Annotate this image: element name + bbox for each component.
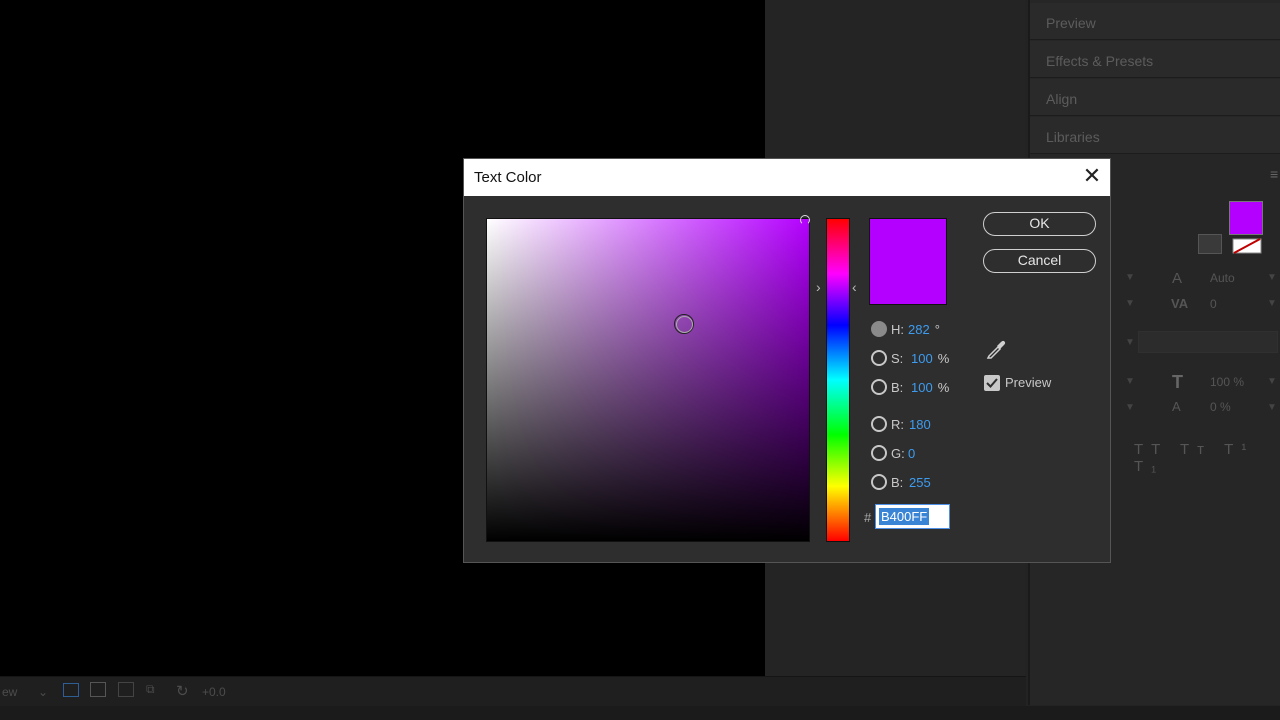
hex-value[interactable]: B400FF [879,508,930,525]
field-unit: ° [934,321,940,337]
eyedropper-icon[interactable] [985,336,1007,360]
hex-input[interactable]: B400FF [875,504,950,529]
field-unit: % [937,379,950,395]
green-value[interactable]: 0 [908,446,915,461]
reset-exposure-icon[interactable]: ↻ [176,682,189,700]
panel-tab-effects-presets[interactable]: Effects & Presets [1030,41,1280,78]
panel-tab-label: Align [1046,91,1078,107]
hue-slider[interactable] [826,218,850,542]
chevron-down-icon[interactable]: ▼ [1267,376,1277,387]
panel-tab-preview[interactable]: Preview [1030,3,1280,40]
field-label: G: [891,445,905,461]
corner-cursor-icon [800,215,810,225]
chevron-down-icon[interactable]: ▼ [1125,402,1135,413]
hue-value[interactable]: 282 [908,322,930,337]
stroke-color-swatch[interactable] [1232,238,1262,254]
leading-icon: A [1172,270,1183,287]
panel-tab-label: Libraries [1046,129,1100,145]
blue-radio[interactable] [871,474,887,490]
region-of-interest-icon[interactable] [90,682,106,697]
color-picker-cursor[interactable] [674,314,694,334]
field-row-green[interactable]: G: 0 [871,443,915,463]
baseline-shift-value[interactable]: 0 % [1210,400,1231,414]
hex-hash-label: # [864,510,872,525]
text-color-dialog: Text Color ✕ › ‹ H: 282 ° S: 100 % B: 10… [463,158,1111,563]
field-row-blue[interactable]: B: 255 [871,472,931,492]
swap-colors-icon[interactable] [1198,234,1222,254]
field-row-red[interactable]: R: 180 [871,414,931,434]
panel-menu-icon[interactable]: ≡ [1270,166,1278,182]
blue-value[interactable]: 255 [909,475,931,490]
dialog-title: Text Color [474,169,542,186]
view-dropdown[interactable]: ew [2,685,17,699]
field-unit: % [937,350,950,366]
3d-view-icon[interactable]: ⧉ [146,682,155,697]
red-value[interactable]: 180 [909,417,931,432]
field-label: H: [891,321,904,337]
brightness-value[interactable]: 100 [911,380,933,395]
saturation-value[interactable]: 100 [911,351,933,366]
vertical-scale-value[interactable]: 100 % [1210,375,1244,389]
font-style-buttons[interactable]: TT Tт T¹ T₁ [1134,441,1280,475]
chevron-down-icon[interactable]: ▼ [1125,337,1135,348]
green-radio[interactable] [871,445,887,461]
field-row-saturation[interactable]: S: 100 % [871,348,949,368]
red-radio[interactable] [871,416,887,432]
fill-color-swatch[interactable] [1229,201,1263,235]
chevron-down-icon[interactable]: ▼ [1267,298,1277,309]
new-color-swatch [869,218,947,305]
chevron-down-icon[interactable]: ▼ [1267,402,1277,413]
toggle-transparency-grid-icon[interactable] [63,683,79,697]
field-row-hue[interactable]: H: 282 ° [871,319,940,339]
field-label: B: [891,379,904,395]
field-label: B: [891,474,904,490]
chevron-down-icon[interactable]: ▼ [1125,298,1135,309]
tracking-value[interactable]: 0 [1210,297,1217,311]
ok-button[interactable]: OK [983,212,1096,236]
panel-tab-align[interactable]: Align [1030,79,1280,116]
cancel-button[interactable]: Cancel [983,249,1096,273]
tracking-icon: VA [1171,296,1189,311]
hue-slider-left-arrow[interactable]: › [816,279,821,295]
chevron-down-icon[interactable]: ▼ [1267,272,1277,283]
chevron-down-icon[interactable]: ▼ [1125,376,1135,387]
chevron-down-icon[interactable]: ⌄ [38,685,48,699]
bottom-strip [0,706,1280,720]
preview-label: Preview [1005,375,1052,390]
font-style-dropdown[interactable] [1138,331,1278,353]
field-row-brightness[interactable]: B: 100 % [871,377,949,397]
preview-checkbox[interactable] [984,375,1000,391]
dialog-title-bar[interactable]: Text Color [464,159,1110,196]
saturation-brightness-field[interactable] [486,215,810,542]
panel-tab-libraries[interactable]: Libraries [1030,117,1280,154]
hue-slider-right-arrow[interactable]: ‹ [852,279,857,295]
exposure-value[interactable]: +0.0 [202,685,226,699]
panel-tab-label: Preview [1046,15,1096,31]
panel-tab-label: Effects & Presets [1046,53,1154,69]
leading-value[interactable]: Auto [1210,271,1235,285]
close-icon[interactable]: ✕ [1081,165,1103,188]
chevron-down-icon[interactable]: ▼ [1125,272,1135,283]
vertical-scale-icon: T [1172,372,1183,392]
composition-footer: ew ⌄ ⧉ ↻ +0.0 [0,676,1026,706]
brightness-radio[interactable] [871,379,887,395]
grid-icon[interactable] [118,682,134,697]
field-label: S: [891,350,904,366]
saturation-radio[interactable] [871,350,887,366]
hue-radio[interactable] [871,321,887,337]
field-label: R: [891,416,904,432]
baseline-shift-icon: A [1172,399,1181,414]
